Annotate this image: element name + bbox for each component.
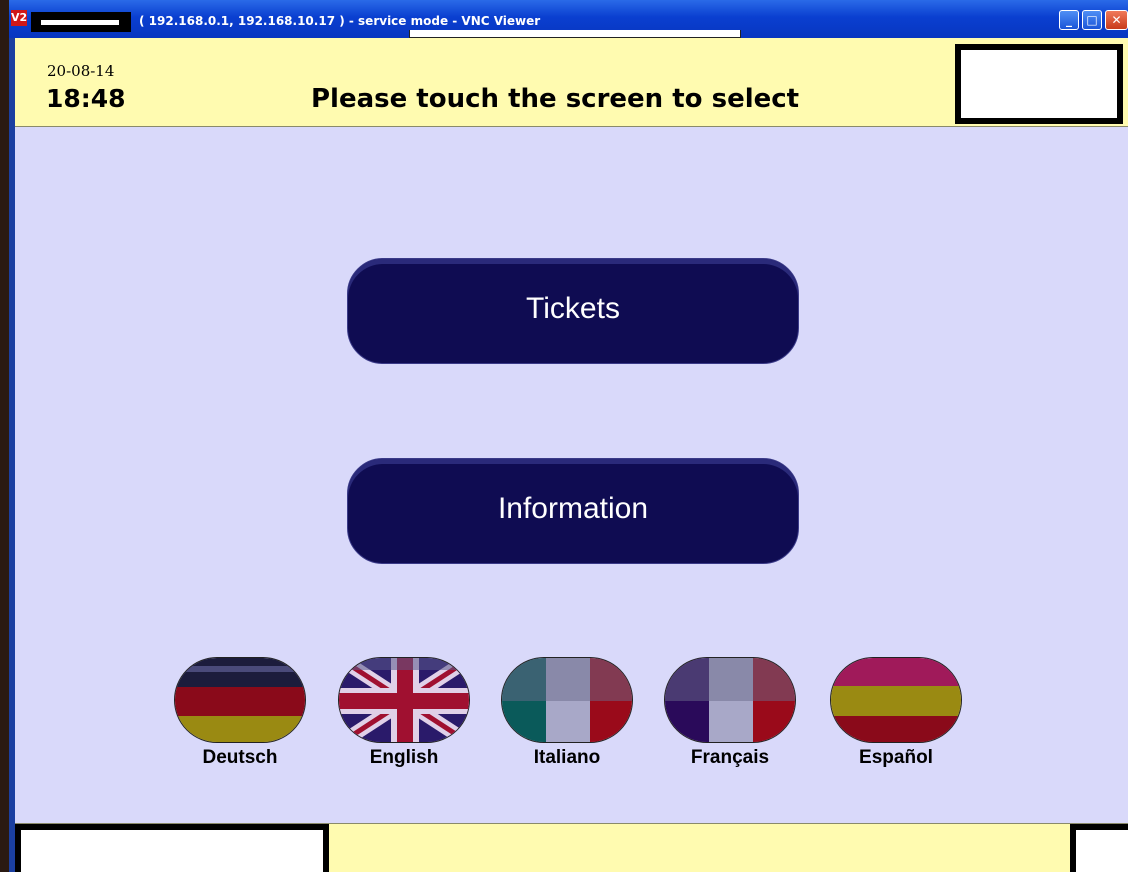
title-bar-overlay-box [409,30,741,38]
vnc-viewer-window: V2 ( 192.168.0.1, 192.168.10.17 ) - serv… [9,0,1128,872]
window-left-border [9,38,15,872]
redacted-footer-box-left [15,824,329,872]
page-title: Please touch the screen to select [311,84,800,114]
language-label: Deutsch [202,747,278,768]
vnc-app-icon[interactable]: V2 [11,10,27,26]
redacted-header-box [955,44,1123,124]
minimize-button[interactable]: _ [1059,10,1079,30]
close-button[interactable]: ✕ [1105,10,1128,30]
italy-flag-icon [501,657,633,743]
language-button-english[interactable]: English [337,657,471,769]
language-button-deutsch[interactable]: Deutsch [173,657,307,769]
kiosk-header: 20-08-14 18:48 Please touch the screen t… [15,38,1128,127]
tickets-button[interactable]: Tickets [347,258,799,364]
date-display: 20-08-14 [47,62,115,80]
language-label: English [369,747,439,768]
language-label: Français [690,747,770,768]
language-button-francais[interactable]: Français [663,657,797,769]
language-label: Italiano [533,747,601,768]
redacted-title-block [31,12,131,32]
time-display: 18:48 [46,84,126,113]
germany-flag-icon [174,657,306,743]
language-label: Español [859,747,933,768]
language-button-espanol[interactable]: Español [829,657,963,769]
spain-flag-icon [830,657,962,743]
redacted-footer-box-right [1070,824,1128,872]
uk-flag-icon [338,657,470,743]
maximize-button[interactable]: □ [1082,10,1102,30]
kiosk-footer [15,823,1128,872]
information-button[interactable]: Information [347,458,799,564]
france-flag-icon [664,657,796,743]
title-bar[interactable]: V2 ( 192.168.0.1, 192.168.10.17 ) - serv… [9,0,1128,38]
language-button-italiano[interactable]: Italiano [500,657,634,769]
window-title: ( 192.168.0.1, 192.168.10.17 ) - service… [139,14,541,28]
